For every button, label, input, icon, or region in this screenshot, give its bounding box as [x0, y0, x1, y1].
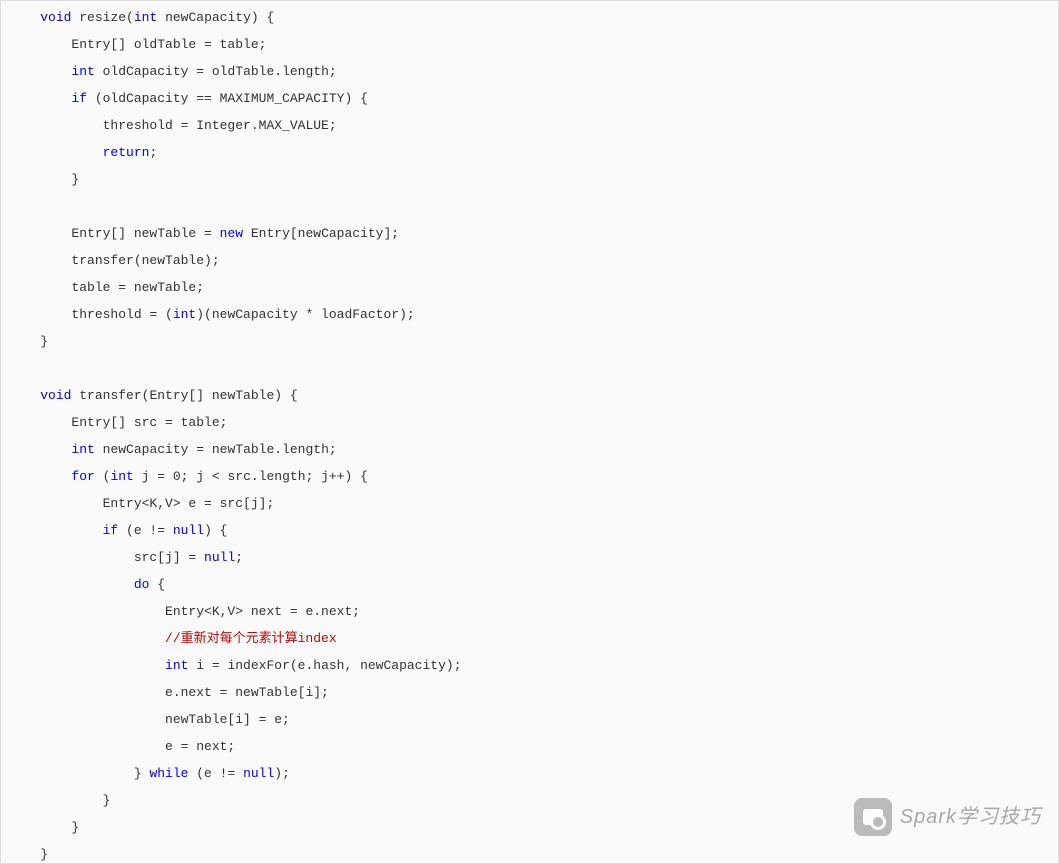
code-line: threshold = (int)(newCapacity * loadFact…	[1, 301, 1058, 328]
code-block: void resize(int newCapacity) { Entry[] o…	[0, 0, 1059, 864]
code-line: int i = indexFor(e.hash, newCapacity);	[1, 652, 1058, 679]
code-line: Entry<K,V> e = src[j];	[1, 490, 1058, 517]
code-line	[1, 355, 1058, 382]
code-line: void resize(int newCapacity) {	[1, 4, 1058, 31]
code-line: }	[1, 841, 1058, 864]
watermark-text: Spark学习技巧	[900, 804, 1041, 831]
wechat-icon	[854, 798, 892, 836]
code-line: int oldCapacity = oldTable.length;	[1, 58, 1058, 85]
code-line: transfer(newTable);	[1, 247, 1058, 274]
code-line: e.next = newTable[i];	[1, 679, 1058, 706]
code-line: return;	[1, 139, 1058, 166]
code-line: for (int j = 0; j < src.length; j++) {	[1, 463, 1058, 490]
code-line: //重新对每个元素计算index	[1, 625, 1058, 652]
code-line: int newCapacity = newTable.length;	[1, 436, 1058, 463]
code-line: if (e != null) {	[1, 517, 1058, 544]
code-line: }	[1, 328, 1058, 355]
code-line: if (oldCapacity == MAXIMUM_CAPACITY) {	[1, 85, 1058, 112]
code-line: Entry<K,V> next = e.next;	[1, 598, 1058, 625]
code-line: do {	[1, 571, 1058, 598]
code-line: table = newTable;	[1, 274, 1058, 301]
code-line: }	[1, 166, 1058, 193]
code-line: } while (e != null);	[1, 760, 1058, 787]
watermark: Spark学习技巧	[854, 798, 1041, 836]
code-line: Entry[] oldTable = table;	[1, 31, 1058, 58]
code-line: Entry[] src = table;	[1, 409, 1058, 436]
code-line: e = next;	[1, 733, 1058, 760]
code-line: threshold = Integer.MAX_VALUE;	[1, 112, 1058, 139]
code-line: void transfer(Entry[] newTable) {	[1, 382, 1058, 409]
code-line: src[j] = null;	[1, 544, 1058, 571]
code-line	[1, 193, 1058, 220]
code-line: Entry[] newTable = new Entry[newCapacity…	[1, 220, 1058, 247]
code-line: newTable[i] = e;	[1, 706, 1058, 733]
